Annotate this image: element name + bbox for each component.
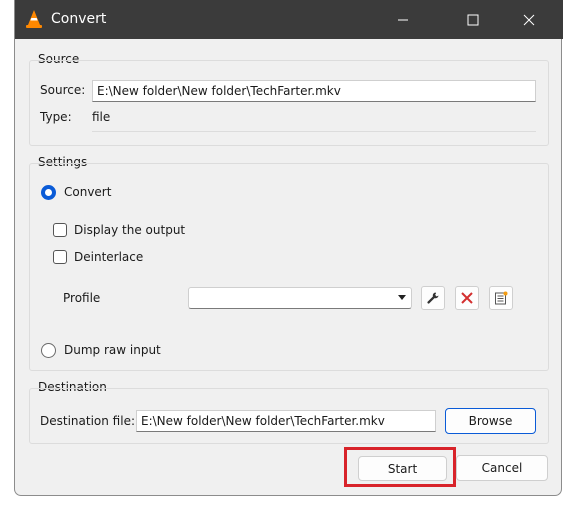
source-label: Source: xyxy=(40,83,86,97)
type-label: Type: xyxy=(40,110,72,124)
browse-button[interactable]: Browse xyxy=(445,408,536,434)
convert-label: Convert xyxy=(64,185,112,199)
profile-select[interactable] xyxy=(188,287,412,309)
type-value: file xyxy=(92,110,111,124)
deinterlace-label: Deinterlace xyxy=(74,250,144,264)
start-highlight-box xyxy=(344,447,456,487)
destination-file-label: Destination file: xyxy=(40,414,135,428)
source-group xyxy=(29,60,549,146)
close-button[interactable] xyxy=(505,0,553,39)
profile-label: Profile xyxy=(63,291,101,305)
vlc-cone-icon xyxy=(26,10,42,28)
new-profile-button[interactable] xyxy=(489,286,513,310)
wrench-icon xyxy=(427,292,439,304)
dump-raw-label: Dump raw input xyxy=(64,343,161,357)
minimize-icon xyxy=(398,19,408,20)
window-title: Convert xyxy=(51,11,107,27)
display-output-checkbox[interactable] xyxy=(53,223,67,237)
source-input[interactable]: E:\New folder\New folder\TechFarter.mkv xyxy=(92,80,536,102)
dump-raw-radio[interactable] xyxy=(41,343,56,358)
delete-icon xyxy=(461,292,473,304)
convert-dialog: Convert Source Source: E:\New folder\New… xyxy=(14,0,563,496)
chevron-down-icon xyxy=(398,295,406,300)
source-separator xyxy=(92,131,536,132)
close-icon xyxy=(523,14,535,25)
maximize-icon xyxy=(467,14,479,25)
deinterlace-checkbox[interactable] xyxy=(53,250,67,264)
delete-profile-button[interactable] xyxy=(455,286,479,310)
minimize-button[interactable] xyxy=(379,0,427,39)
title-bar: Convert xyxy=(15,0,563,39)
convert-radio[interactable] xyxy=(41,185,56,200)
display-output-label: Display the output xyxy=(74,223,186,237)
cancel-button[interactable]: Cancel xyxy=(456,455,548,481)
destination-file-input[interactable]: E:\New folder\New folder\TechFarter.mkv xyxy=(136,410,436,432)
maximize-button[interactable] xyxy=(449,0,497,39)
new-profile-icon xyxy=(495,291,508,305)
edit-profile-button[interactable] xyxy=(421,286,445,310)
